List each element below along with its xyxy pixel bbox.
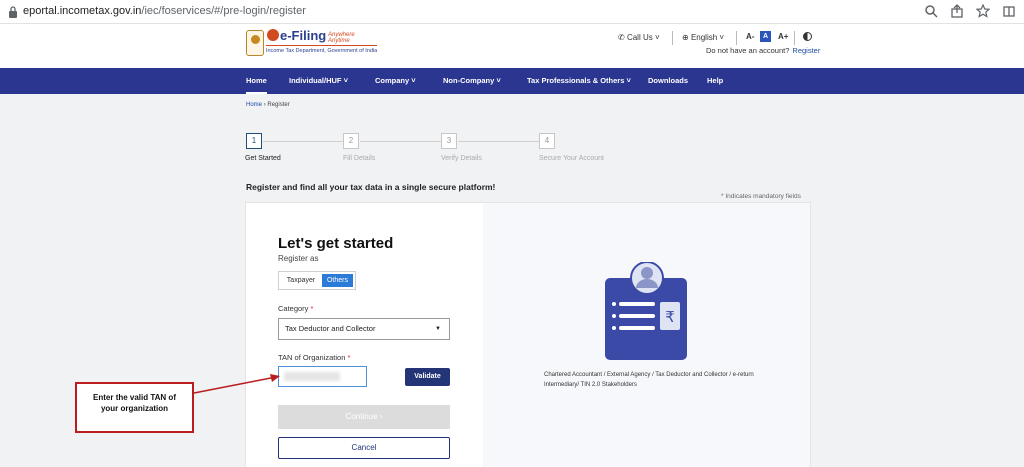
callout-line-1: Enter the valid TAN of: [93, 393, 176, 402]
callout-line-2: your organization: [100, 404, 169, 413]
instruction-callout: Enter the valid TAN of your organization: [75, 382, 194, 433]
